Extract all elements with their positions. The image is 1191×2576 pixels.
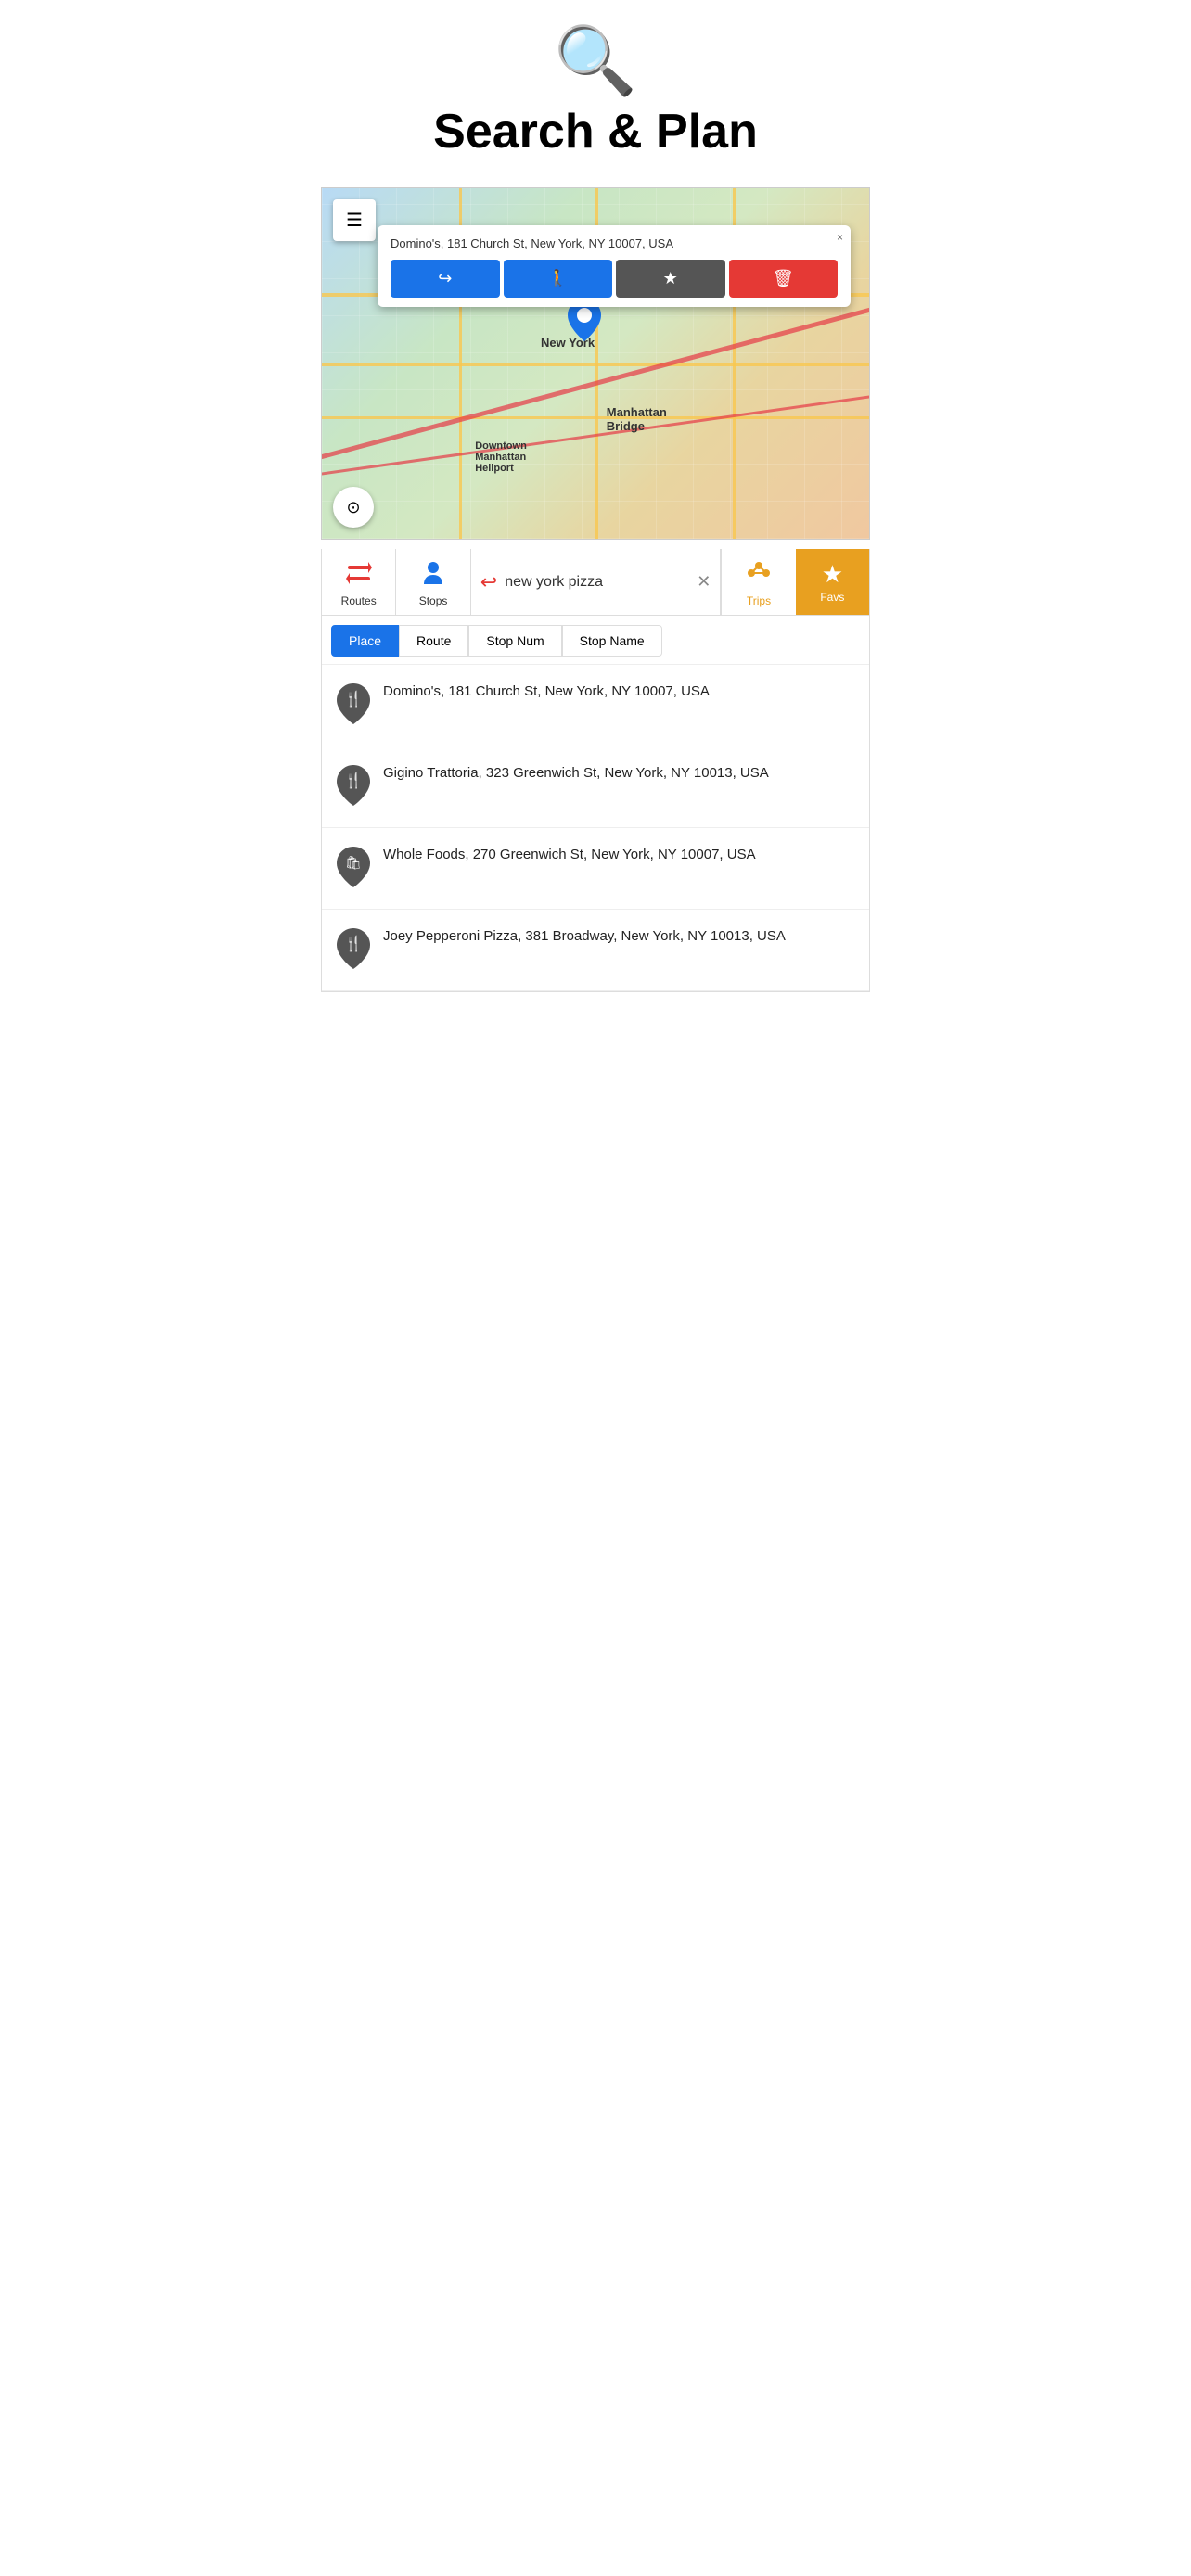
stops-icon (420, 560, 446, 593)
location-button[interactable]: ⊙ (333, 487, 374, 528)
search-clear-button[interactable]: ✕ (697, 572, 711, 592)
header-section: 🔍 Search & Plan (298, 0, 893, 178)
back-icon: ↩ (480, 570, 497, 594)
routes-icon (346, 560, 372, 593)
filter-tabs: Place Route Stop Num Stop Name (322, 616, 869, 665)
search-tab[interactable]: ↩ ✕ (471, 549, 722, 615)
tab-stops[interactable]: Stops (396, 549, 470, 615)
navigate-button[interactable]: ↪ (391, 260, 500, 298)
person-button[interactable]: 🚶 (504, 260, 613, 298)
svg-text:🍴: 🍴 (344, 690, 363, 708)
stops-label: Stops (419, 594, 448, 607)
filter-stopname[interactable]: Stop Name (562, 625, 662, 657)
result-item-2[interactable]: 🍴 Gigino Trattoria, 323 Greenwich St, Ne… (322, 746, 869, 828)
result-text-3: Whole Foods, 270 Greenwich St, New York,… (383, 845, 756, 864)
hamburger-button[interactable]: ☰ (333, 199, 376, 241)
map-label-bridge: ManhattanBridge (607, 405, 667, 433)
popup-actions: ↪ 🚶 ★ 🗑 (391, 260, 838, 298)
popup-address: Domino's, 181 Church St, New York, NY 10… (391, 236, 838, 250)
trips-label: Trips (747, 594, 771, 607)
map-container[interactable]: New York ManhattanBridge DowntownManhatt… (321, 187, 870, 540)
tab-trips[interactable]: Trips (721, 549, 795, 615)
result-icon-4: 🍴 (337, 928, 370, 974)
result-text-1: Domino's, 181 Church St, New York, NY 10… (383, 682, 710, 701)
page-title: Search & Plan (433, 104, 758, 159)
filter-place[interactable]: Place (331, 625, 399, 657)
nav-tabs: Routes Stops ↩ ✕ (322, 549, 869, 616)
result-icon-2: 🍴 (337, 765, 370, 810)
popup-close-button[interactable]: × (837, 231, 843, 244)
search-input[interactable] (505, 574, 697, 591)
routes-label: Routes (341, 594, 377, 607)
result-text-4: Joey Pepperoni Pizza, 381 Broadway, New … (383, 926, 786, 946)
tab-routes[interactable]: Routes (322, 549, 396, 615)
map-popup: × Domino's, 181 Church St, New York, NY … (378, 225, 851, 307)
result-item-4[interactable]: 🍴 Joey Pepperoni Pizza, 381 Broadway, Ne… (322, 910, 869, 991)
result-icon-3: 🛍 (337, 847, 370, 892)
result-item-1[interactable]: 🍴 Domino's, 181 Church St, New York, NY … (322, 665, 869, 746)
star-button[interactable]: ★ (616, 260, 725, 298)
delete-button[interactable]: 🗑 (729, 260, 839, 298)
result-item-3[interactable]: 🛍 Whole Foods, 270 Greenwich St, New Yor… (322, 828, 869, 910)
tab-favs[interactable]: ★ Favs (796, 549, 869, 615)
map-label-downtown: DowntownManhattanHeliport (475, 440, 527, 474)
result-icon-1: 🍴 (337, 683, 370, 729)
svg-text:🍴: 🍴 (344, 935, 363, 952)
trips-icon (746, 560, 772, 593)
results-list: 🍴 Domino's, 181 Church St, New York, NY … (322, 665, 869, 991)
bottom-bar: Routes Stops ↩ ✕ (321, 549, 870, 992)
result-text-2: Gigino Trattoria, 323 Greenwich St, New … (383, 763, 769, 783)
svg-text:🛍: 🛍 (345, 855, 362, 870)
svg-text:🍴: 🍴 (344, 772, 363, 789)
filter-route[interactable]: Route (399, 625, 468, 657)
favs-label: Favs (820, 591, 844, 604)
filter-stopnum[interactable]: Stop Num (468, 625, 561, 657)
favs-icon: ★ (822, 560, 843, 589)
search-icon: 🔍 (554, 28, 637, 95)
